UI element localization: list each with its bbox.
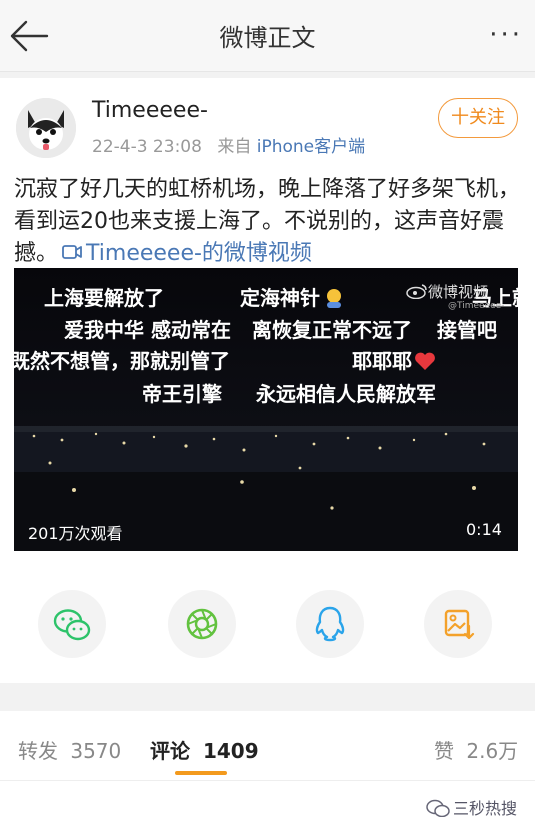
top-bar: 微博正文 ··· — [0, 0, 535, 72]
video-duration: 0:14 — [466, 520, 502, 539]
video-link-label: Timeeeee-的微博视频 — [86, 241, 312, 266]
wechat-logo-icon — [426, 799, 450, 818]
danmaku-text: 定海神针 — [240, 286, 320, 310]
active-tab-indicator — [175, 771, 227, 775]
heart-icon — [414, 351, 436, 371]
share-wechat-button[interactable] — [38, 590, 106, 658]
video-link-icon — [62, 240, 84, 259]
save-image-button[interactable] — [424, 590, 492, 658]
post-timestamp: 22-4-3 23:08 — [92, 137, 202, 157]
post-source[interactable]: iPhone客户端 — [257, 137, 365, 157]
footer-watermark: 三秒热搜 — [426, 795, 517, 819]
danmaku-comment: 上海要解放了 — [44, 286, 164, 310]
danmaku-comment: 既然不想管，那就别管了 — [14, 349, 230, 373]
tab-likes[interactable]: 赞 2.6万 — [434, 735, 518, 764]
view-count: 201万次观看 — [28, 524, 123, 543]
footer-watermark-text: 三秒热搜 — [452, 799, 517, 818]
interaction-tabs: 转发 3570 评论 1409 赞 2.6万 — [0, 711, 535, 781]
section-separator — [0, 683, 535, 711]
danmaku-comment: 离恢复正常不远了 — [252, 318, 412, 342]
weibo-logo-icon — [406, 283, 428, 300]
tab-label: 转发 — [18, 739, 58, 763]
video-link[interactable]: Timeeeee-的微博视频 — [58, 241, 312, 266]
username[interactable]: Timeeeee- — [92, 98, 208, 123]
wechat-icon — [53, 609, 91, 641]
qq-icon — [315, 606, 345, 642]
follow-button[interactable]: 十关注 — [438, 98, 518, 138]
watermark-text: 微博视频 — [428, 283, 489, 301]
more-options-icon[interactable]: ··· — [489, 20, 523, 50]
tab-label: 赞 — [434, 739, 454, 763]
avatar[interactable] — [16, 98, 76, 158]
danmaku-comment: 耶耶耶 — [352, 345, 436, 374]
post-meta: 22-4-3 23:08 来自 iPhone客户端 — [92, 132, 365, 157]
tab-count: 3570 — [70, 739, 122, 763]
moments-icon — [186, 608, 218, 640]
tab-reposts[interactable]: 转发 3570 — [18, 735, 121, 764]
post-card: Timeeeee- 22-4-3 23:08 来自 iPhone客户端 十关注 … — [0, 78, 535, 683]
danmaku-comment: 接管吧 — [437, 318, 497, 342]
share-qq-button[interactable] — [296, 590, 364, 658]
tab-label: 评论 — [150, 739, 190, 763]
video-player[interactable]: 上海要解放了 定海神针 马上就 爱我中华 感动常在 离恢复正常不远了 接管吧 既… — [14, 268, 518, 551]
video-watermark: 微博视频 — [406, 281, 488, 302]
page-title: 微博正文 — [219, 24, 316, 52]
danmaku-comment: 爱我中华 感动常在 — [64, 318, 231, 342]
tab-comments[interactable]: 评论 1409 — [150, 735, 259, 764]
danmaku-text: 耶耶耶 — [352, 349, 412, 373]
footer-area: 三秒热搜 — [0, 781, 535, 830]
danmaku-comment: 定海神针 — [240, 282, 345, 311]
danmaku-comment: 永远相信人民解放军 — [256, 382, 436, 406]
share-moments-button[interactable] — [168, 590, 236, 658]
save-image-icon — [444, 609, 475, 640]
watermark-handle: @Timeeeee- — [448, 301, 505, 311]
emoji-icon — [323, 287, 345, 309]
source-prefix: 来自 — [217, 137, 252, 157]
tab-count: 2.6万 — [466, 739, 519, 763]
danmaku-comment: 帝王引擎 — [142, 382, 222, 406]
tab-count: 1409 — [202, 739, 259, 763]
post-text-block: 沉寂了好几天的虹桥机场，晚上降落了好多架飞机，看到运20也来支援上海了。不说别的… — [14, 174, 522, 270]
